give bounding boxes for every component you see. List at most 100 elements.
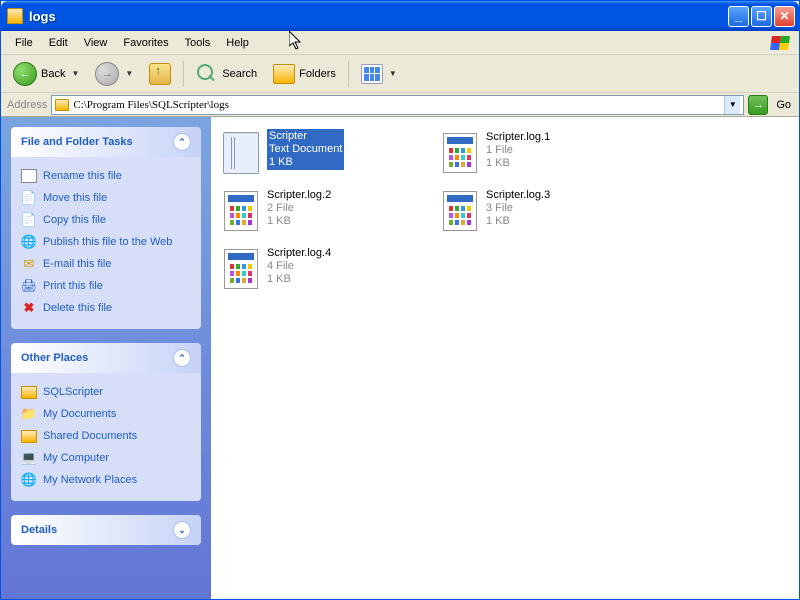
place-link[interactable]: My Documents bbox=[21, 403, 191, 425]
folders-label: Folders bbox=[299, 68, 336, 80]
copy-icon bbox=[21, 212, 37, 228]
move-icon bbox=[21, 190, 37, 206]
file-size: 1 KB bbox=[269, 156, 342, 169]
task-link[interactable]: Copy this file bbox=[21, 209, 191, 231]
file-size: 1 KB bbox=[267, 215, 331, 228]
minimize-button[interactable]: _ bbox=[728, 6, 749, 27]
pane-header[interactable]: Other Places ⌃ bbox=[11, 343, 201, 373]
details-pane: Details ⌄ bbox=[11, 515, 201, 545]
address-label: Address bbox=[7, 99, 47, 111]
pane-title: File and Folder Tasks bbox=[21, 136, 133, 148]
file-icon bbox=[224, 191, 258, 231]
chevron-down-icon[interactable]: ⌄ bbox=[173, 521, 191, 539]
menu-help[interactable]: Help bbox=[218, 35, 257, 51]
file-name: Scripter.log.4 bbox=[267, 247, 331, 260]
task-link[interactable]: Rename this file bbox=[21, 165, 191, 187]
task-link[interactable]: Publish this file to the Web bbox=[21, 231, 191, 253]
folder-icon bbox=[21, 384, 37, 400]
file-icon bbox=[224, 249, 258, 289]
up-button[interactable] bbox=[143, 59, 177, 89]
folder-icon bbox=[7, 8, 23, 24]
separator bbox=[183, 61, 184, 87]
back-label: Back bbox=[41, 68, 65, 80]
computer-icon bbox=[21, 450, 37, 466]
maximize-button[interactable]: ☐ bbox=[751, 6, 772, 27]
task-label: Move this file bbox=[43, 192, 107, 204]
file-item[interactable]: ScripterText Document1 KB bbox=[219, 127, 434, 183]
address-bar: Address ▼ → Go bbox=[1, 93, 799, 117]
file-type: 1 File bbox=[486, 144, 550, 157]
menu-favorites[interactable]: Favorites bbox=[115, 35, 176, 51]
file-item[interactable]: Scripter.log.11 File1 KB bbox=[438, 127, 653, 183]
menu-file[interactable]: File bbox=[7, 35, 41, 51]
search-icon bbox=[196, 63, 218, 85]
up-folder-icon bbox=[149, 63, 171, 85]
forward-icon: → bbox=[95, 62, 119, 86]
pane-title: Other Places bbox=[21, 352, 88, 364]
docs-icon bbox=[21, 406, 37, 422]
views-icon bbox=[361, 64, 383, 84]
pane-header[interactable]: Details ⌄ bbox=[11, 515, 201, 545]
menu-view[interactable]: View bbox=[76, 35, 116, 51]
file-name: Scripter.log.3 bbox=[486, 189, 550, 202]
close-button[interactable]: ✕ bbox=[774, 6, 795, 27]
file-size: 1 KB bbox=[486, 157, 550, 170]
chevron-down-icon[interactable]: ▼ bbox=[123, 69, 133, 78]
task-label: Publish this file to the Web bbox=[43, 236, 172, 248]
chevron-up-icon[interactable]: ⌃ bbox=[173, 349, 191, 367]
task-link[interactable]: Move this file bbox=[21, 187, 191, 209]
search-label: Search bbox=[222, 68, 257, 80]
file-type: 3 File bbox=[486, 202, 550, 215]
menu-edit[interactable]: Edit bbox=[41, 35, 76, 51]
menu-bar: File Edit View Favorites Tools Help bbox=[1, 31, 799, 55]
file-name: Scripter.log.2 bbox=[267, 189, 331, 202]
file-icon bbox=[443, 133, 477, 173]
task-link[interactable]: Print this file bbox=[21, 275, 191, 297]
task-link[interactable]: Delete this file bbox=[21, 297, 191, 319]
place-link[interactable]: Shared Documents bbox=[21, 425, 191, 447]
file-type: 2 File bbox=[267, 202, 331, 215]
task-label: Print this file bbox=[43, 280, 103, 292]
place-link[interactable]: My Computer bbox=[21, 447, 191, 469]
explorer-window: logs _ ☐ ✕ File Edit View Favorites Tool… bbox=[0, 0, 800, 600]
task-label: Rename this file bbox=[43, 170, 122, 182]
toolbar: ← Back ▼ → ▼ Search Folders ▼ bbox=[1, 55, 799, 93]
place-label: My Documents bbox=[43, 408, 116, 420]
titlebar[interactable]: logs _ ☐ ✕ bbox=[1, 1, 799, 31]
place-link[interactable]: My Network Places bbox=[21, 469, 191, 491]
go-label: Go bbox=[772, 99, 795, 111]
file-item[interactable]: Scripter.log.44 File1 KB bbox=[219, 243, 434, 299]
file-folder-tasks-pane: File and Folder Tasks ⌃ Rename this file… bbox=[11, 127, 201, 329]
file-icon bbox=[443, 191, 477, 231]
views-button[interactable]: ▼ bbox=[355, 60, 403, 88]
file-item[interactable]: Scripter.log.33 File1 KB bbox=[438, 185, 653, 241]
back-icon: ← bbox=[13, 62, 37, 86]
task-link[interactable]: E-mail this file bbox=[21, 253, 191, 275]
rename-icon bbox=[21, 168, 37, 184]
task-label: E-mail this file bbox=[43, 258, 111, 270]
back-button[interactable]: ← Back ▼ bbox=[7, 58, 85, 90]
menu-tools[interactable]: Tools bbox=[177, 35, 219, 51]
address-input[interactable] bbox=[73, 99, 720, 111]
go-button[interactable]: → bbox=[748, 95, 768, 115]
chevron-down-icon[interactable]: ▼ bbox=[387, 69, 397, 78]
place-link[interactable]: SQLScripter bbox=[21, 381, 191, 403]
address-dropdown-button[interactable]: ▼ bbox=[724, 96, 740, 114]
file-item[interactable]: Scripter.log.22 File1 KB bbox=[219, 185, 434, 241]
web-icon bbox=[21, 234, 37, 250]
chevron-up-icon[interactable]: ⌃ bbox=[173, 133, 191, 151]
folder-icon bbox=[55, 99, 69, 111]
search-button[interactable]: Search bbox=[190, 59, 263, 89]
delete-icon bbox=[21, 300, 37, 316]
task-label: Copy this file bbox=[43, 214, 106, 226]
pane-title: Details bbox=[21, 524, 57, 536]
separator bbox=[348, 61, 349, 87]
chevron-down-icon[interactable]: ▼ bbox=[69, 69, 79, 78]
pane-header[interactable]: File and Folder Tasks ⌃ bbox=[11, 127, 201, 157]
other-places-pane: Other Places ⌃ SQLScripter My Documents Sh… bbox=[11, 343, 201, 501]
file-area[interactable]: ScripterText Document1 KBScripter.log.11… bbox=[211, 117, 799, 599]
address-box[interactable]: ▼ bbox=[51, 95, 744, 115]
place-label: My Computer bbox=[43, 452, 109, 464]
forward-button[interactable]: → ▼ bbox=[89, 58, 139, 90]
folders-button[interactable]: Folders bbox=[267, 60, 342, 88]
